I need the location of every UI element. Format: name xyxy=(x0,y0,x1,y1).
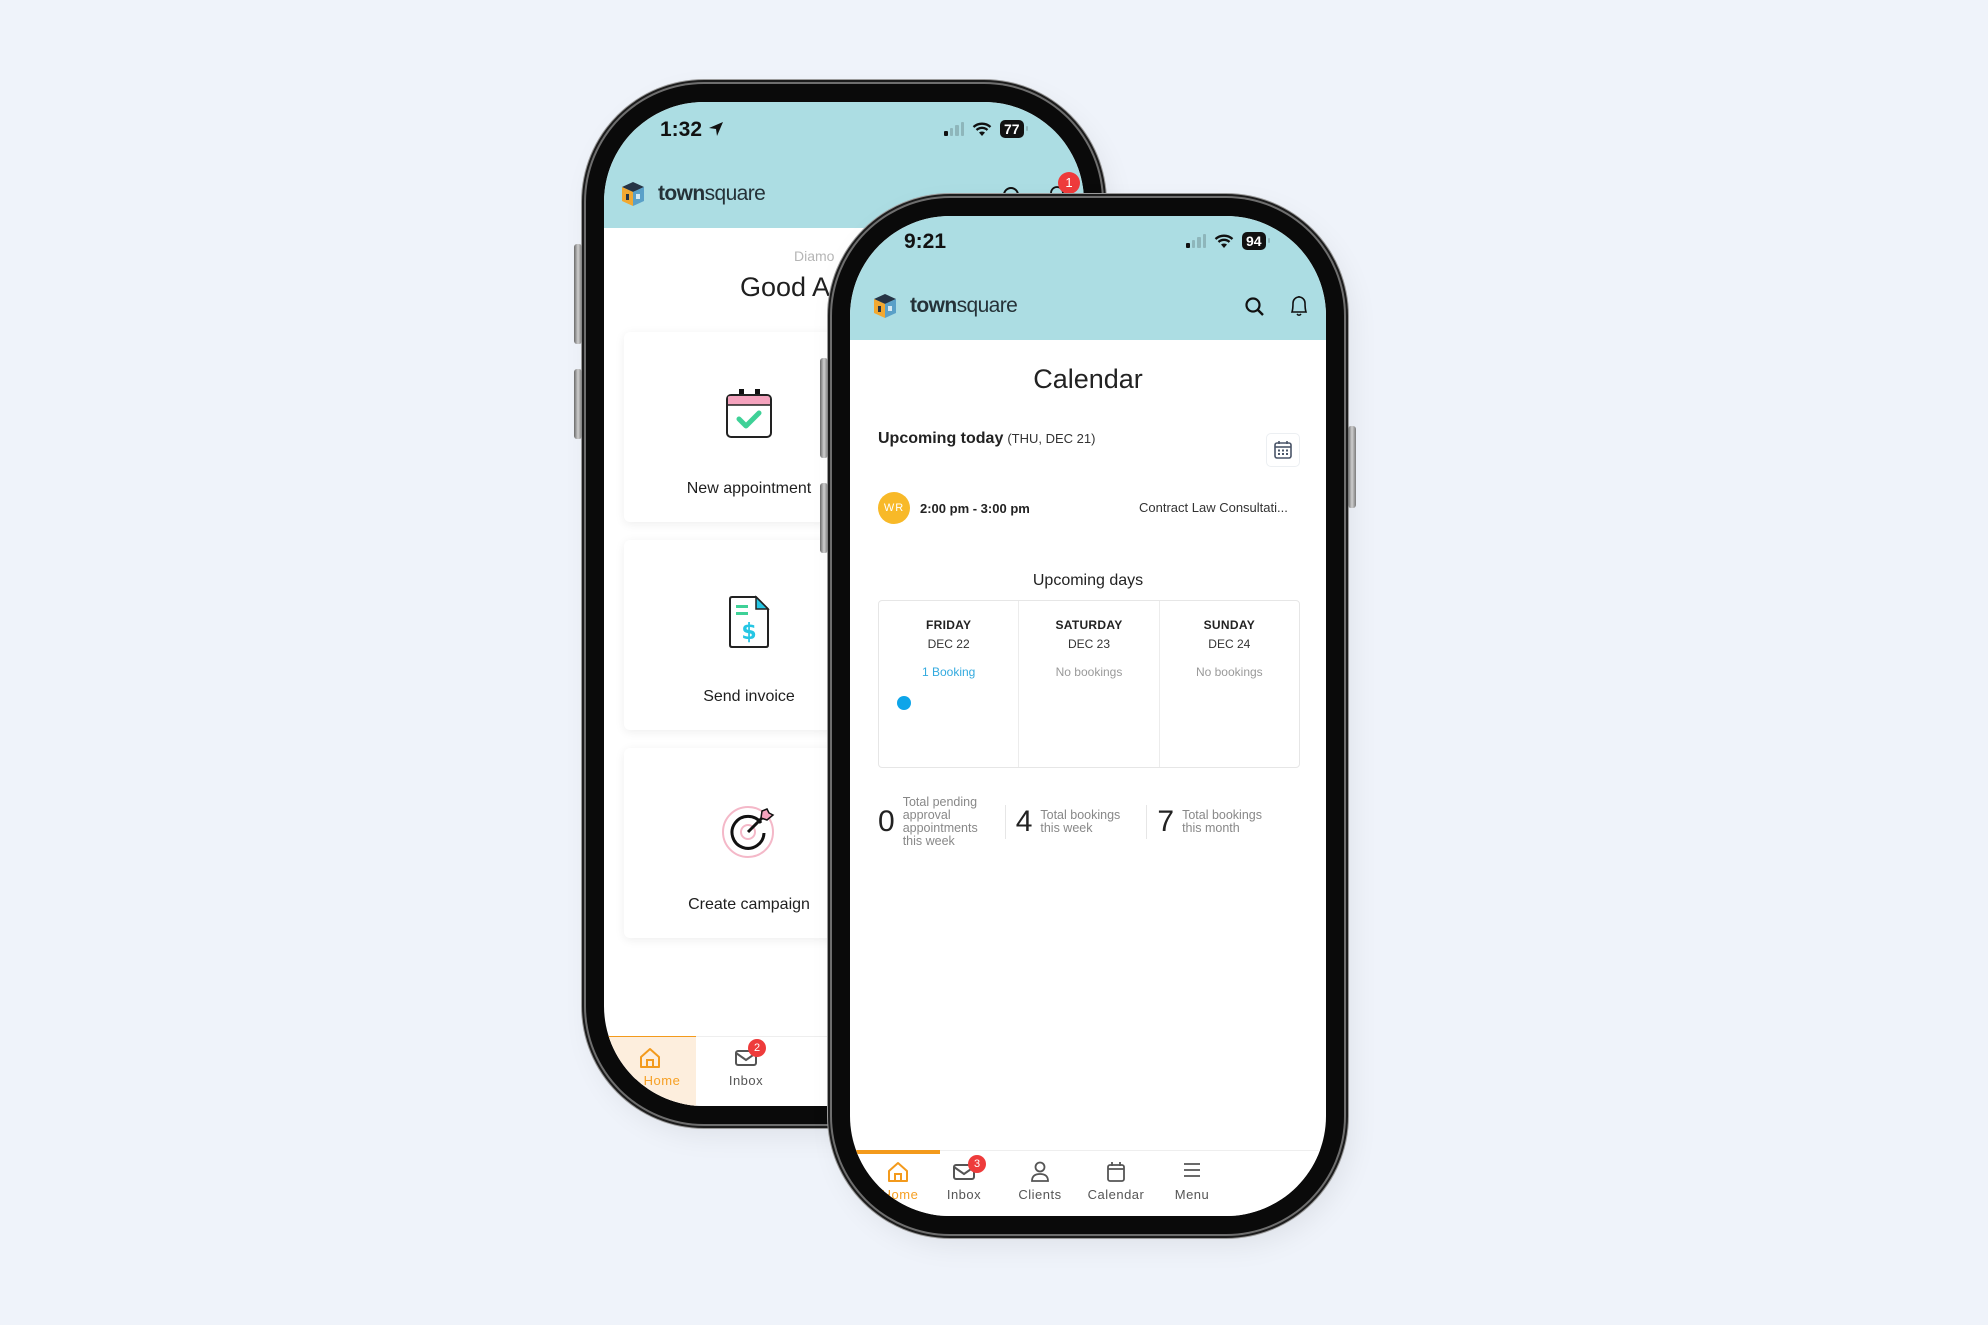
tab-calendar[interactable]: Calendar xyxy=(1078,1151,1154,1216)
volume-down-button xyxy=(820,483,828,553)
inbox-badge: 2 xyxy=(748,1039,766,1057)
svg-text:$: $ xyxy=(741,620,756,645)
front-phone: 9:21 94 townsquare Calendar Upcoming tod… xyxy=(820,198,1356,1234)
townsquare-logo-icon xyxy=(874,294,896,318)
notification-badge: 1 xyxy=(1058,172,1080,194)
status-time: 9:21 xyxy=(904,230,947,253)
target-dart-icon xyxy=(722,806,775,858)
greeting-title: Good A xyxy=(740,272,831,302)
stat-value: 4 xyxy=(1015,805,1033,838)
wifi-icon xyxy=(972,122,992,136)
menu-icon xyxy=(1184,1163,1200,1177)
client-avatar: WR xyxy=(878,492,910,524)
tab-menu[interactable]: Menu xyxy=(1154,1151,1230,1216)
bottom-tab-bar: Home 3 Inbox Clients Calendar Menu xyxy=(850,1150,1326,1216)
tab-clients[interactable]: Clients xyxy=(1002,1151,1078,1216)
invoice-dollar-icon: $ xyxy=(729,595,770,648)
brand-logo: townsquare xyxy=(872,292,1018,320)
tab-inbox[interactable]: 2 Inbox xyxy=(696,1037,796,1106)
stat-pending-approval: 0 Total pending approval appointments th… xyxy=(872,796,1005,848)
wifi-icon xyxy=(1214,234,1234,248)
booking-count[interactable]: 1 Booking xyxy=(879,665,1018,679)
day-column-saturday[interactable]: SATURDAY DEC 23 No bookings xyxy=(1019,601,1160,767)
tab-inbox[interactable]: 3 Inbox xyxy=(926,1151,1002,1216)
tab-home[interactable]: Home xyxy=(850,1151,926,1216)
inbox-badge: 3 xyxy=(968,1155,986,1173)
search-icon[interactable] xyxy=(1244,296,1266,318)
home-icon xyxy=(640,1048,660,1068)
signal-icon xyxy=(944,122,964,136)
stat-value: 0 xyxy=(878,805,895,838)
status-time: 1:32 xyxy=(660,118,724,142)
appointment-time: 2:00 pm - 3:00 pm xyxy=(920,500,1030,516)
stat-bookings-week: 4 Total bookings this week xyxy=(1004,805,1147,839)
upcoming-days-grid: FRIDAY DEC 22 1 Booking SATURDAY DEC 23 … xyxy=(878,600,1300,768)
greeting-subtitle: Diamo xyxy=(794,248,835,264)
day-column-sunday[interactable]: SUNDAY DEC 24 No bookings xyxy=(1160,601,1299,767)
upcoming-today-heading: Upcoming today (THU, DEC 21) xyxy=(878,430,1096,447)
volume-up-button xyxy=(574,244,582,344)
signal-icon xyxy=(1186,234,1206,248)
booking-count: No bookings xyxy=(1055,665,1123,679)
stats-row: 0 Total pending approval appointments th… xyxy=(872,796,1288,848)
power-button xyxy=(1348,426,1356,508)
bell-icon[interactable] xyxy=(1288,294,1310,318)
status-icons: 77 xyxy=(944,120,1028,138)
user-icon xyxy=(1031,1161,1049,1182)
battery-indicator: 94 xyxy=(1242,232,1270,250)
stat-label: Total pending approval appointments this… xyxy=(902,795,978,848)
calendar-check-icon xyxy=(726,389,772,438)
appointment-title[interactable]: Contract Law Consultati... xyxy=(1139,500,1288,515)
stat-bookings-month: 7 Total bookings this month xyxy=(1146,805,1288,839)
home-icon xyxy=(888,1162,908,1182)
booking-dot[interactable] xyxy=(897,696,911,710)
tab-home[interactable]: Home xyxy=(604,1037,696,1106)
day-column-friday[interactable]: FRIDAY DEC 22 1 Booking xyxy=(879,601,1020,767)
status-icons: 94 xyxy=(1186,232,1270,250)
battery-indicator: 77 xyxy=(1000,120,1028,138)
front-phone-screen: 9:21 94 townsquare Calendar Upcoming tod… xyxy=(850,216,1326,1216)
volume-down-button xyxy=(574,369,582,439)
stat-label: Total bookings this month xyxy=(1182,808,1262,835)
page-title: Calendar xyxy=(1033,364,1143,394)
stat-value: 7 xyxy=(1157,805,1175,838)
calendar-grid-icon xyxy=(1274,441,1292,459)
volume-up-button xyxy=(820,358,828,458)
townsquare-logo-icon xyxy=(622,182,644,206)
brand-logo: townsquare xyxy=(620,180,766,208)
stat-label: Total bookings this week xyxy=(1040,808,1121,835)
upcoming-days-heading: Upcoming days xyxy=(1032,572,1144,589)
location-arrow-icon xyxy=(708,122,723,136)
booking-count: No bookings xyxy=(1195,665,1263,679)
calendar-icon xyxy=(1107,1162,1125,1182)
open-calendar-button[interactable] xyxy=(1266,433,1300,467)
appointment-item[interactable]: WR 2:00 pm - 3:00 pm xyxy=(878,492,1030,524)
